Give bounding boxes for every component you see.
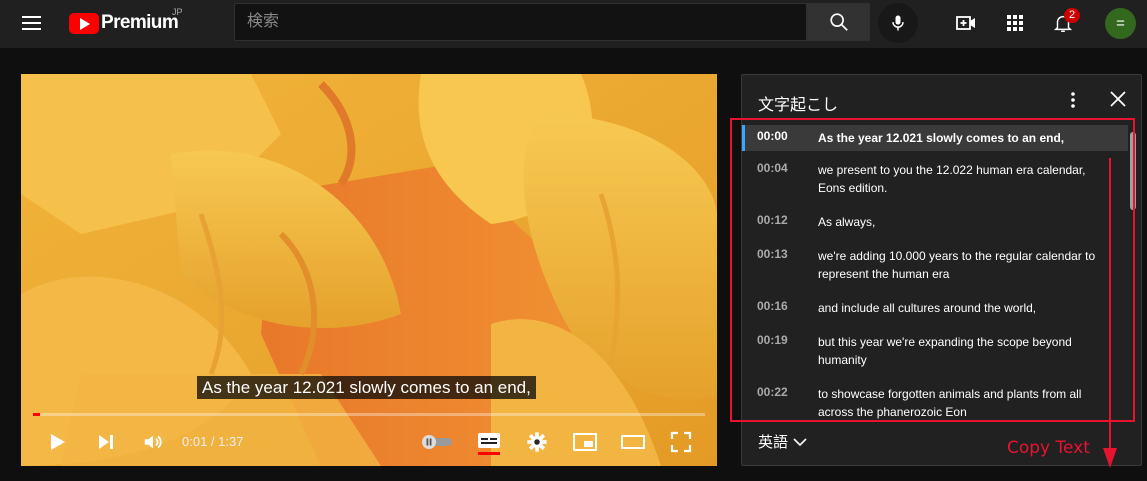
fullscreen-button[interactable] xyxy=(668,427,694,457)
logo-region: JP xyxy=(172,7,183,17)
theater-mode-button[interactable] xyxy=(619,427,647,457)
fullscreen-icon xyxy=(670,431,692,453)
more-options-button[interactable] xyxy=(1062,89,1084,111)
youtube-logo-icon xyxy=(69,12,99,34)
search-input[interactable] xyxy=(235,4,806,40)
logo-text: Premium xyxy=(101,12,179,33)
settings-icon xyxy=(527,432,547,452)
apps-icon xyxy=(1007,15,1023,31)
progress-bar[interactable] xyxy=(33,413,705,416)
chevron-down-icon xyxy=(793,437,807,446)
miniplayer-button[interactable] xyxy=(571,427,599,457)
search-box xyxy=(234,3,807,41)
apps-button[interactable] xyxy=(1002,10,1028,36)
video-frame xyxy=(21,74,717,466)
next-button[interactable] xyxy=(93,427,119,457)
panel-title: 文字起こし xyxy=(758,97,839,114)
search-icon xyxy=(829,13,848,31)
language-selector[interactable]: 英語 xyxy=(758,431,807,452)
video-player[interactable] xyxy=(21,74,717,466)
search-button[interactable] xyxy=(807,3,870,41)
create-icon xyxy=(956,16,975,30)
time-display: 0:01 / 1:37 xyxy=(182,434,244,449)
progress-fill xyxy=(33,413,40,416)
theater-icon xyxy=(621,435,645,449)
volume-button[interactable] xyxy=(140,427,166,457)
copy-text-label: Copy Text xyxy=(1007,438,1090,458)
create-button[interactable] xyxy=(953,10,979,36)
highlight-box xyxy=(730,118,1135,422)
autoplay-toggle-icon xyxy=(422,435,452,449)
next-icon xyxy=(99,435,113,449)
settings-button[interactable] xyxy=(524,427,550,457)
play-icon xyxy=(51,434,65,450)
language-label: 英語 xyxy=(758,434,789,451)
play-button[interactable] xyxy=(44,427,70,457)
close-icon xyxy=(1110,91,1126,107)
more-vert-icon xyxy=(1071,92,1075,108)
arrow-down-icon xyxy=(1103,158,1117,468)
miniplayer-icon xyxy=(573,433,597,451)
close-button[interactable] xyxy=(1107,88,1129,110)
youtube-premium-logo[interactable]: Premium JP xyxy=(69,7,183,35)
subtitles-button[interactable] xyxy=(475,427,503,457)
top-bar: Premium JP 2 = xyxy=(0,0,1147,48)
subtitles-icon xyxy=(478,433,500,455)
notification-count-badge: 2 xyxy=(1064,8,1080,23)
autoplay-toggle[interactable] xyxy=(419,427,455,457)
menu-icon[interactable] xyxy=(22,12,44,34)
avatar[interactable]: = xyxy=(1105,8,1136,39)
volume-icon xyxy=(144,435,162,449)
video-caption: As the year 12.021 slowly comes to an en… xyxy=(197,376,536,399)
voice-search-button[interactable] xyxy=(878,3,918,43)
mic-icon xyxy=(892,15,904,31)
